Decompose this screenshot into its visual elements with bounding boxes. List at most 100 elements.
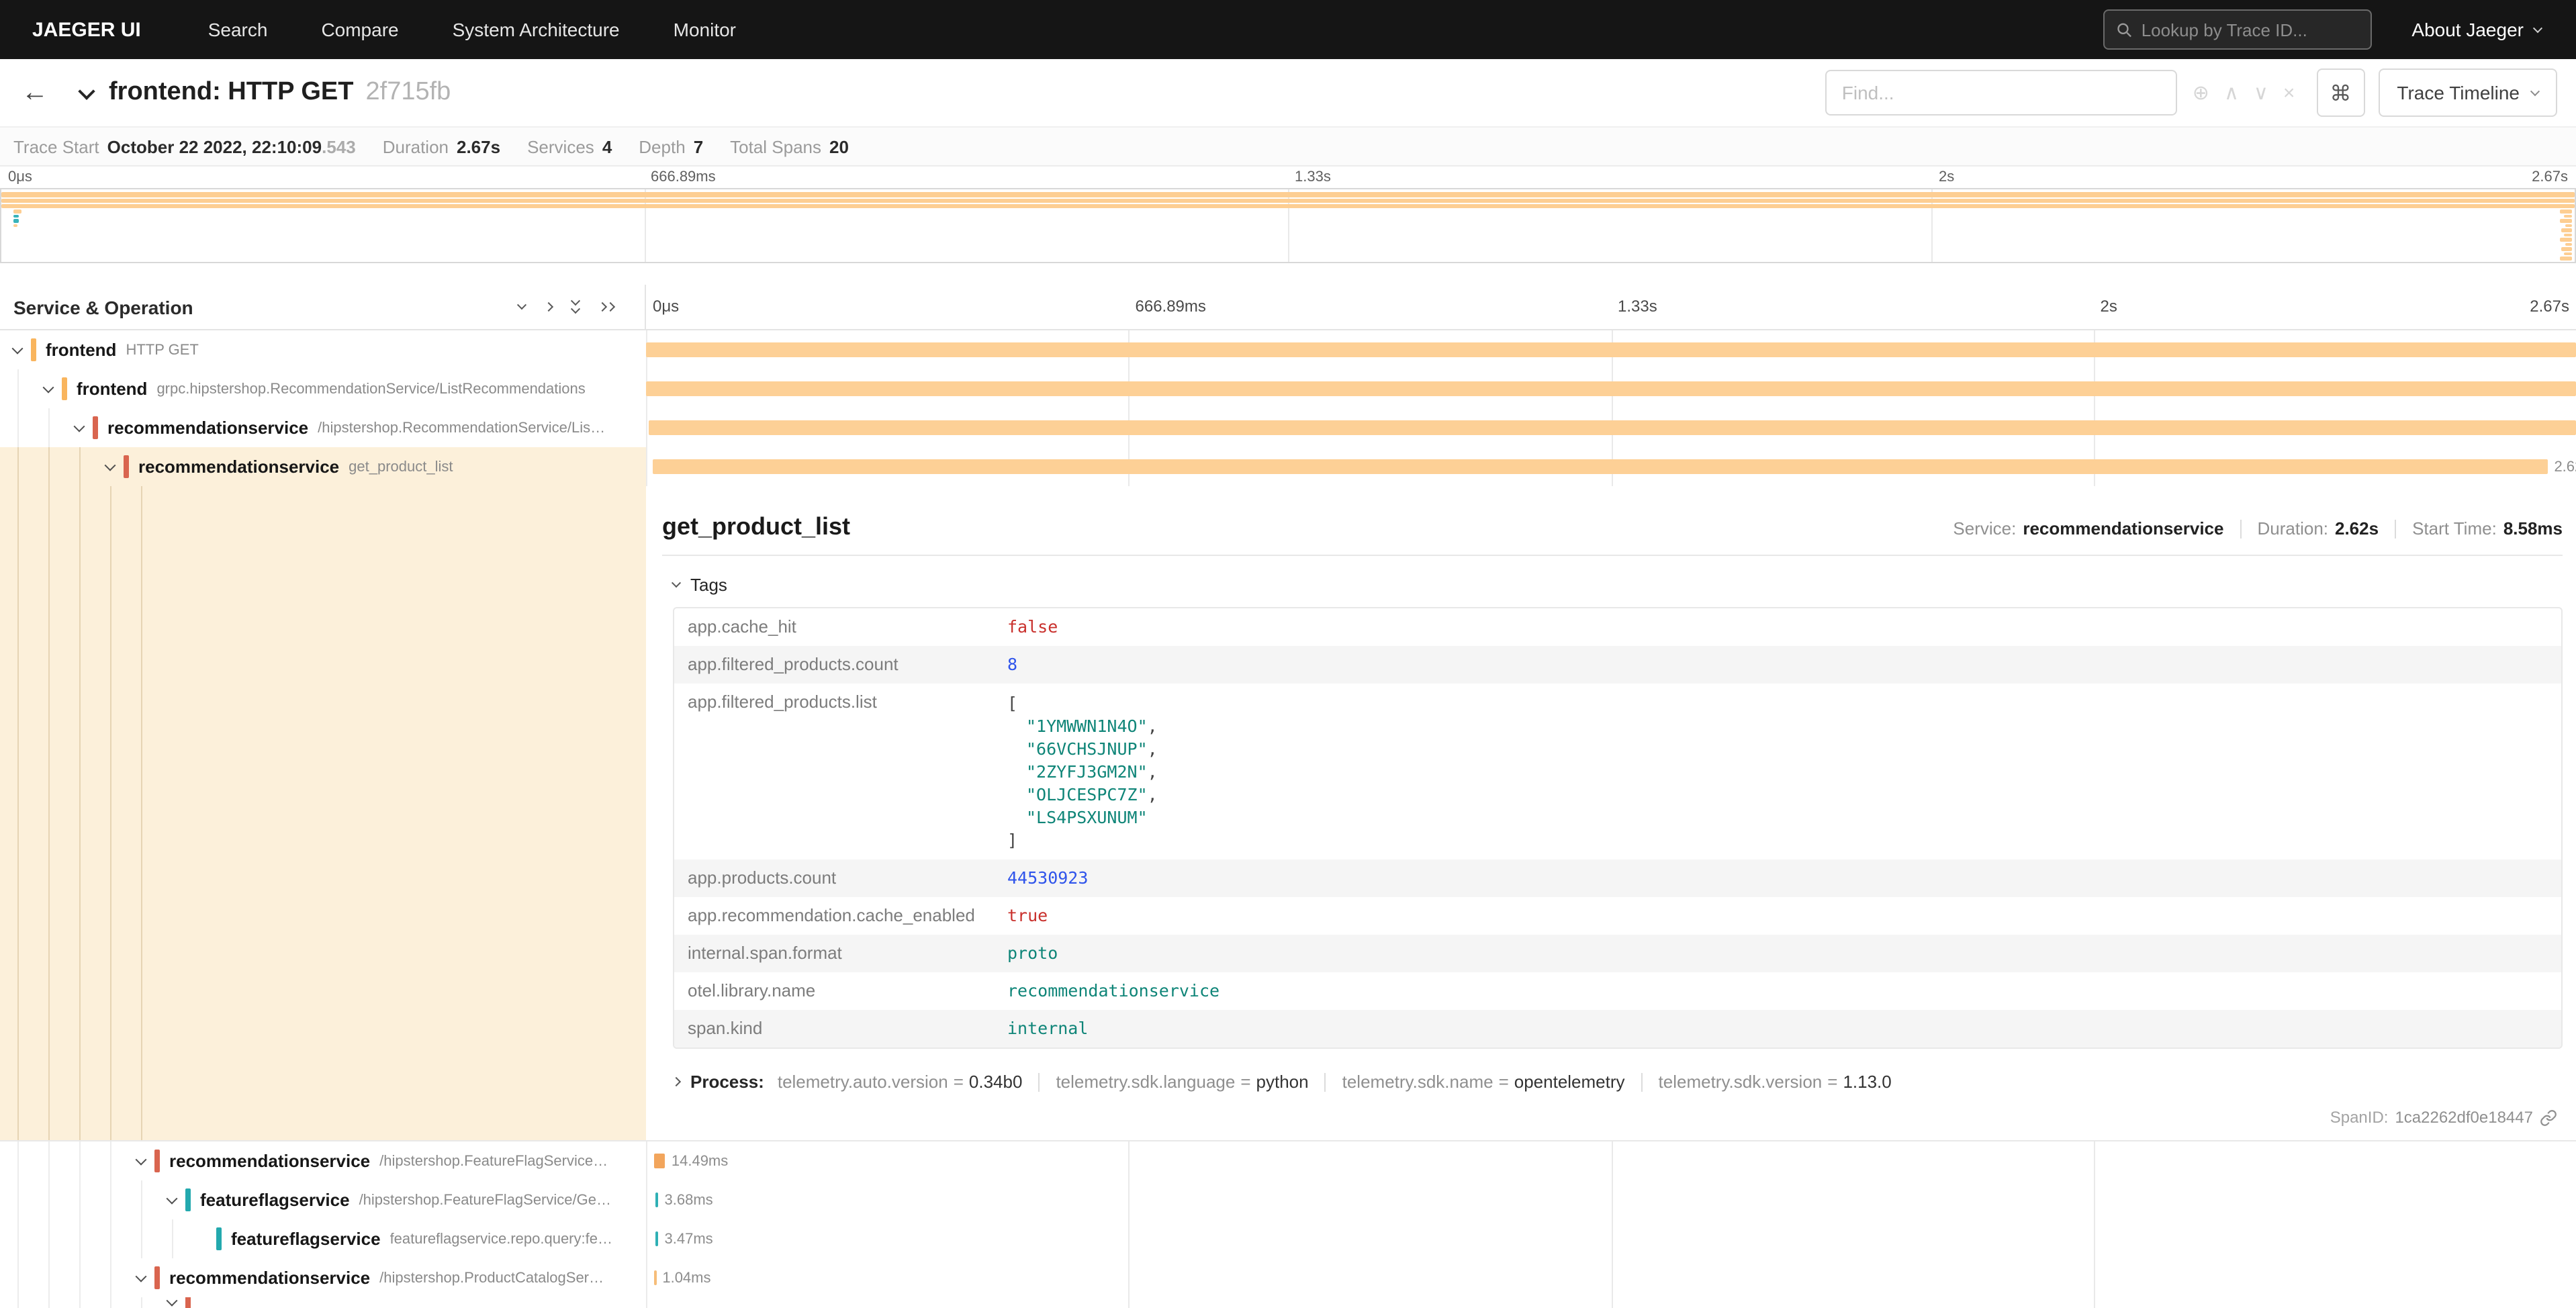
span-bar-row: 2.62s [646,447,2576,486]
span-row[interactable]: frontend HTTP GET [0,330,2576,369]
indent-guide [110,486,111,1140]
span-row-partial[interactable] [0,1297,2576,1308]
chevron-down-icon[interactable] [167,1193,178,1204]
chevron-down-icon[interactable] [136,1270,147,1282]
service-name: featureflagservice [231,1229,381,1249]
tag-key: internal.span.format [674,935,997,971]
indent-guide [17,369,19,408]
minimap-span-line [13,224,17,227]
tags-section-toggle[interactable]: Tags [673,575,2563,595]
find-input[interactable] [1826,70,2178,115]
span-bar[interactable] [654,1154,665,1168]
span-bar-row [646,408,2576,447]
chevron-down-icon [2533,23,2542,32]
nav-item-monitor[interactable]: Monitor [647,19,763,40]
indent-guide [48,1219,50,1258]
timeline-header: Service & Operation 0μs 666.89ms 1.33s 2… [0,285,2576,330]
chevron-down-icon[interactable] [167,1297,178,1307]
span-bar[interactable] [655,1231,658,1246]
trace-id-search[interactable] [2103,9,2371,50]
service-name: featureflagservice [200,1190,350,1210]
span-bar[interactable] [652,459,2547,474]
span-row[interactable]: featureflagservice /hipstershop.FeatureF… [0,1180,2576,1219]
collapse-one-button[interactable] [518,303,525,310]
span-row[interactable]: recommendationservice /hipstershop.Recom… [0,408,2576,447]
minimap-span-line [2564,214,2572,218]
span-bar[interactable] [655,1193,657,1207]
clear-find-icon[interactable]: × [2283,83,2295,103]
span-row[interactable]: featureflagservice featureflagservice.re… [0,1219,2576,1258]
trace-id-search-input[interactable] [2142,19,2358,40]
focus-matches-icon[interactable]: ⊕ [2193,83,2209,103]
minimap-span-line [2565,224,2572,227]
process-section-toggle[interactable]: Process: telemetry.auto.version=0.34b0 t… [673,1072,2563,1092]
trace-minimap[interactable] [0,188,2576,263]
about-jaeger-menu[interactable]: About Jaeger [2411,19,2541,40]
span-bar[interactable] [654,1270,657,1285]
span-bar[interactable] [646,342,2576,357]
service-color-chip [185,1188,191,1211]
chevron-down-icon[interactable] [43,381,54,393]
nav-item-search[interactable]: Search [181,19,295,40]
service-operation-header: Service & Operation [13,296,518,318]
trace-view-selector[interactable]: Trace Timeline [2378,68,2557,117]
chevron-down-icon[interactable] [136,1154,147,1165]
service-label: Service: [1953,518,2016,539]
operation-name: /hipstershop.FeatureFlagService/Ge… [359,1192,611,1208]
span-row-selected[interactable]: recommendationservice get_product_list 2… [0,447,2576,486]
detail-meta: Service: recommendationservice Duration:… [1953,513,2563,539]
bracket-close: ] [1007,830,1017,850]
indent-guide [17,1297,19,1308]
process-divider [1641,1072,1643,1091]
chevron-down-icon[interactable] [74,420,85,432]
indent-guide [48,408,50,447]
nav-item-compare[interactable]: Compare [294,19,425,40]
chevron-down-icon[interactable] [105,459,116,471]
tag-key: app.filtered_products.list [674,684,997,720]
nav-item-system-architecture[interactable]: System Architecture [426,19,647,40]
tag-row: app.cache_hit false [674,608,2561,646]
span-row[interactable]: recommendationservice /hipstershop.Featu… [0,1141,2576,1180]
minimap-span-line [2561,228,2572,232]
indent-guide [110,1180,111,1219]
expand-all-button[interactable] [599,303,614,310]
tag-key: app.cache_hit [674,608,997,645]
list-item: "1YMWWN1N4O" [1026,716,1148,736]
trace-collapse-chevron-icon[interactable] [78,82,95,99]
expand-one-button[interactable] [545,303,552,310]
timeline-header-ticks: 0μs 666.89ms 1.33s 2s 2.67s [646,285,2576,329]
indent-guide [48,486,50,1140]
indent-guide [141,486,142,1140]
minimap-span-line [13,209,21,213]
collapse-all-button[interactable] [572,299,579,314]
minimap-tick: 666.89ms [651,169,716,185]
indent-guide [48,1141,50,1180]
process-label: Process: [690,1072,764,1092]
span-bar[interactable] [649,420,2576,435]
tag-key: span.kind [674,1010,997,1046]
find-controls: ⊕ ∧ ∨ × [2193,83,2295,103]
link-icon[interactable] [2540,1109,2557,1126]
keyboard-shortcuts-button[interactable]: ⌘ [2316,68,2364,117]
indent-guide [79,1180,81,1219]
span-row[interactable]: frontend grpc.hipstershop.Recommendation… [0,369,2576,408]
minimap-span-line [2560,219,2572,222]
span-row[interactable]: recommendationservice /hipstershop.Produ… [0,1258,2576,1297]
trace-id-short: 2f715fb [366,78,451,107]
next-match-icon[interactable]: ∨ [2254,83,2268,103]
span-duration-label: 1.04ms [662,1270,710,1287]
back-button[interactable]: ← [21,77,67,108]
tag-value: 44530923 [997,859,1099,896]
minimap-tick: 2s [1939,169,1954,185]
indent-guide [110,1297,111,1308]
indent-guide [17,1141,19,1180]
app-logo[interactable]: JAEGER UI [0,18,181,41]
chevron-down-icon[interactable] [12,342,24,354]
indent-guide [17,447,19,486]
tag-value: false [997,608,1068,645]
tags-header: Tags [690,575,727,595]
tag-key: app.recommendation.cache_enabled [674,897,997,933]
minimap-tick: 2.67s [2532,169,2568,185]
prev-match-icon[interactable]: ∧ [2224,83,2239,103]
span-bar[interactable] [646,381,2576,396]
